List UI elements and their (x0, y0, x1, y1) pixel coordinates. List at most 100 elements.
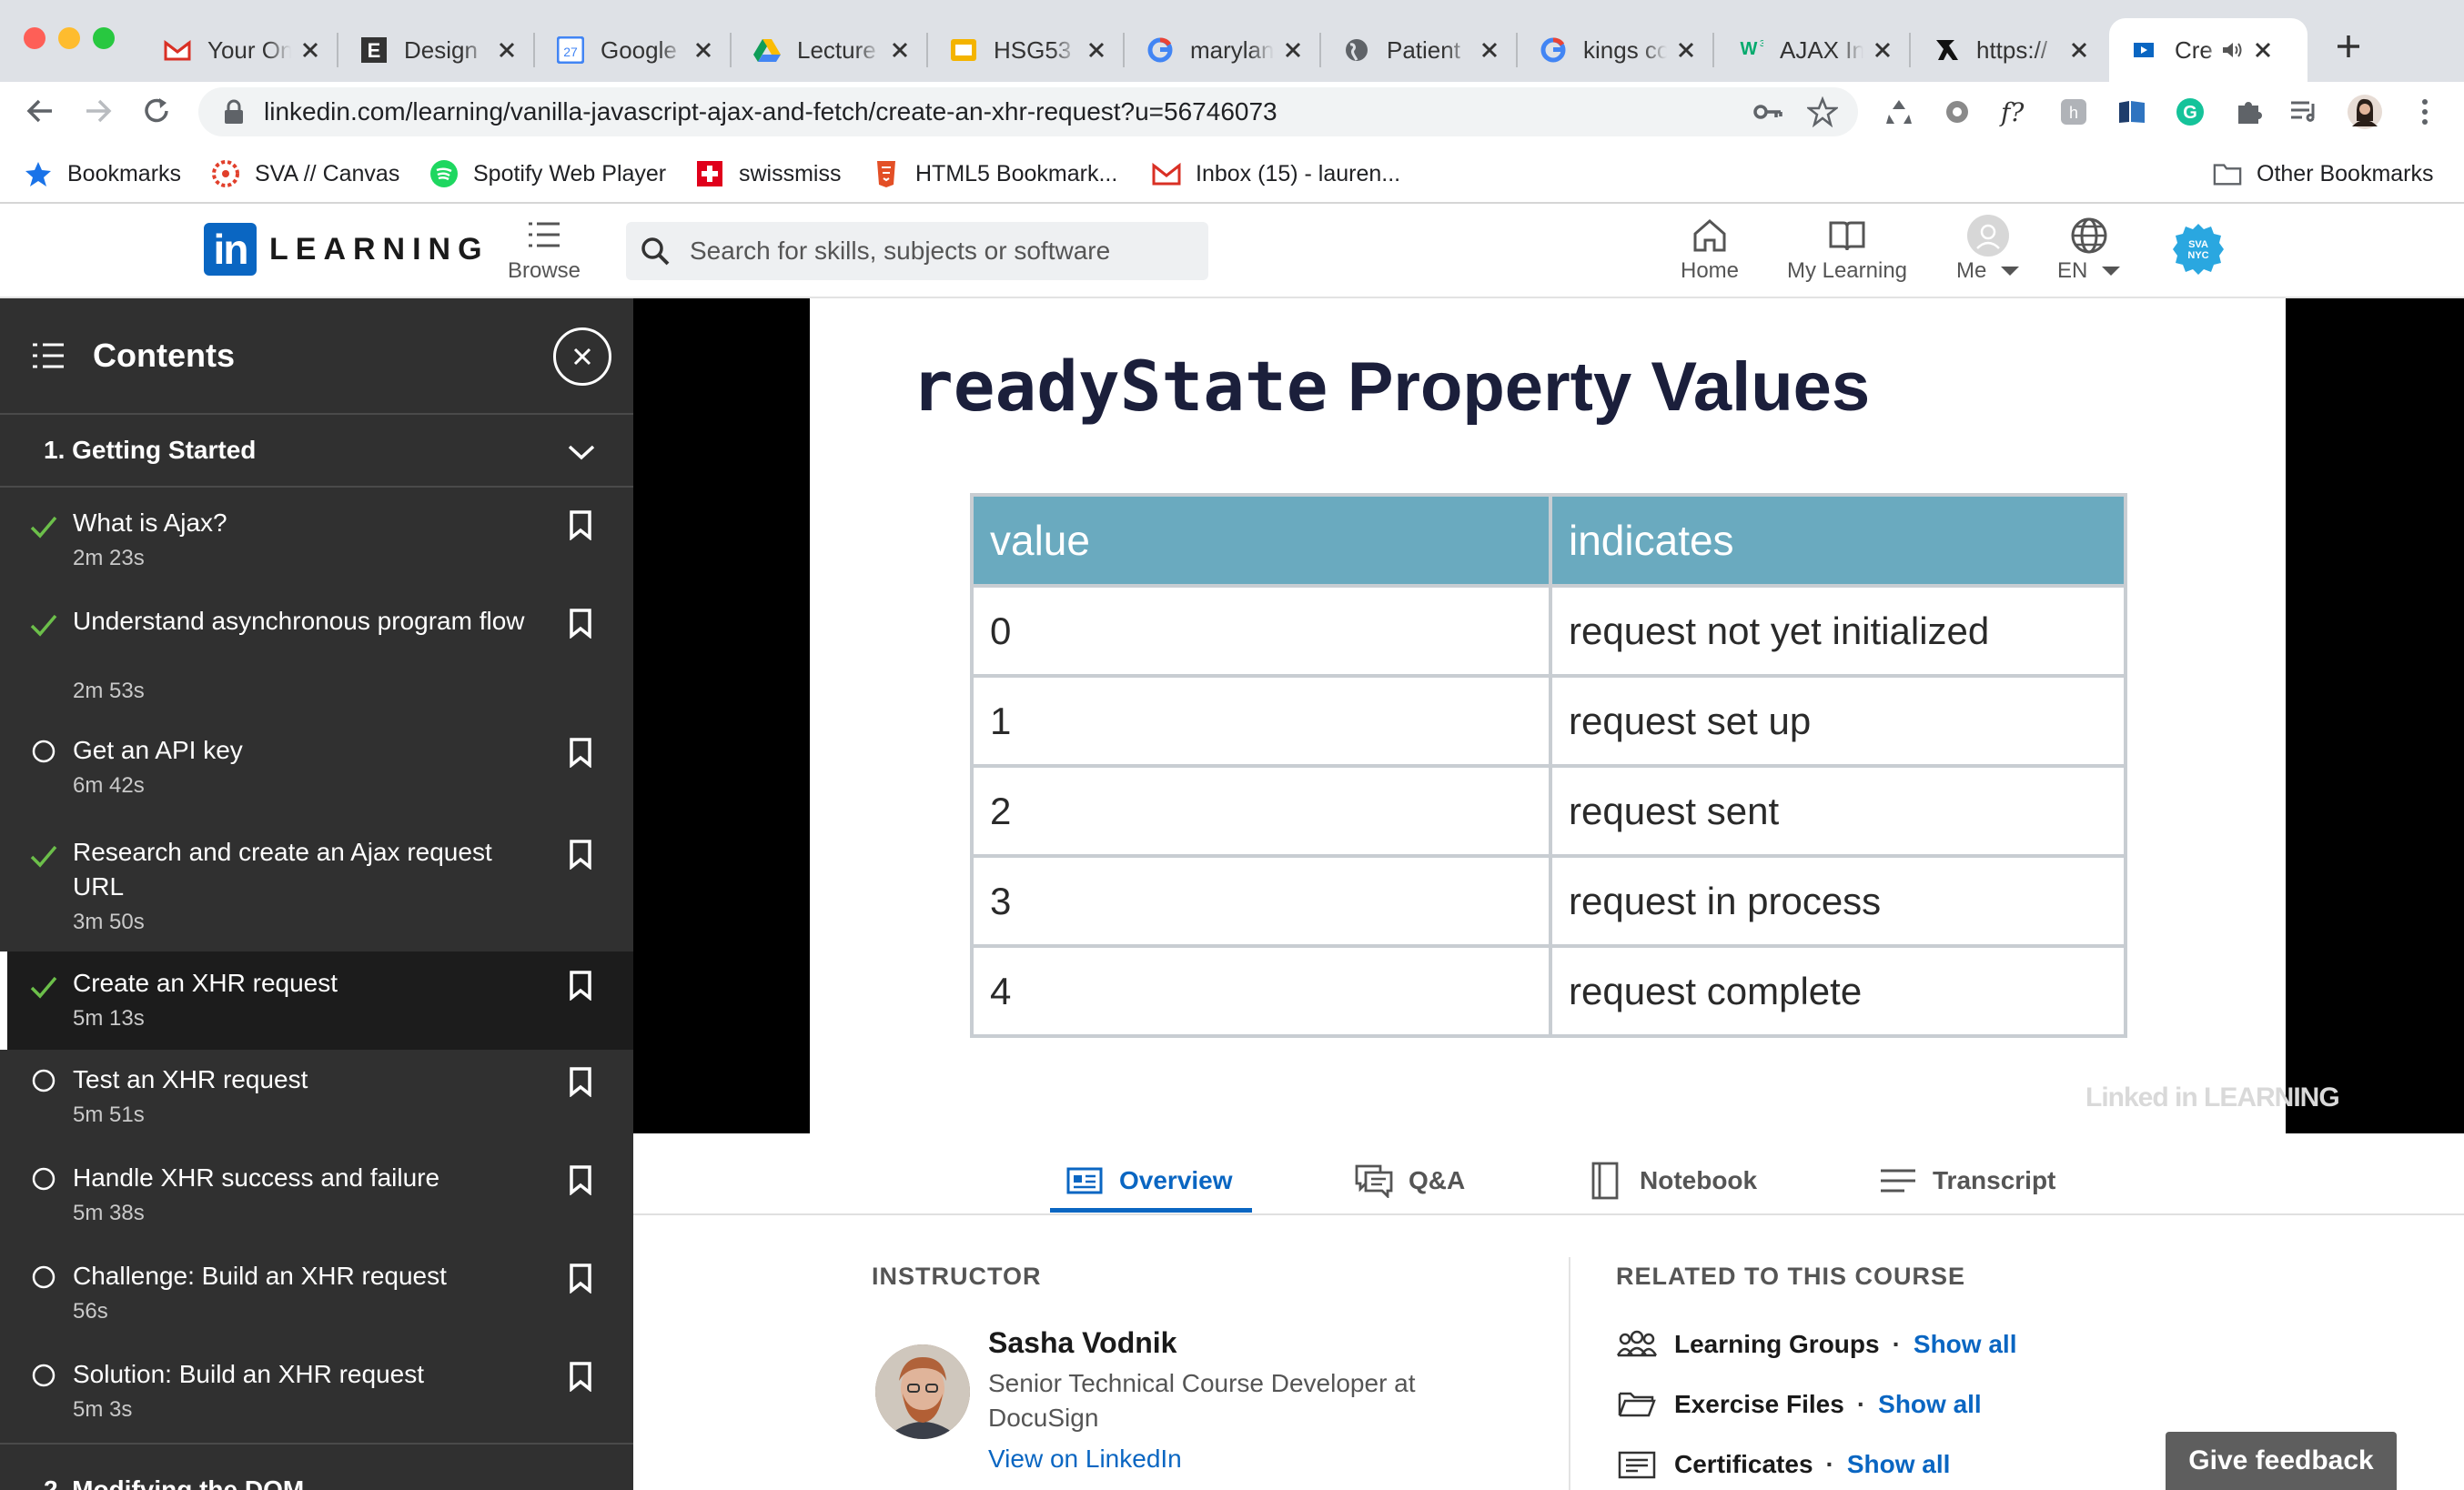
address-bar[interactable]: linkedin.com/learning/vanilla-javascript… (198, 87, 1858, 136)
calendar-icon: 27 (555, 35, 586, 65)
org-badge[interactable]: SVA NYC (2171, 222, 2226, 277)
tab-qa[interactable]: Q&A (1354, 1148, 1465, 1213)
extension-font-icon[interactable]: f? (1996, 93, 2035, 131)
bookmark-item[interactable]: Bookmarks (24, 151, 181, 196)
lesson-item[interactable]: Handle XHR success and failure 5m 38s (0, 1148, 633, 1246)
bookmark-icon[interactable] (568, 608, 593, 639)
close-icon[interactable] (495, 38, 519, 62)
back-button[interactable] (20, 91, 60, 131)
browser-tab-active[interactable]: Cre (2109, 18, 2307, 82)
bookmark-item[interactable]: Spotify Web Player (429, 151, 666, 196)
browser-tab[interactable]: 27 Google (535, 18, 732, 82)
related-item: Learning Groups · Show all (1616, 1324, 2016, 1364)
lesson-item-active[interactable]: Create an XHR request 5m 13s (0, 951, 633, 1050)
extension-gear-icon[interactable] (1938, 93, 1976, 131)
forward-button[interactable] (78, 91, 118, 131)
close-icon[interactable] (298, 38, 322, 62)
extension-flag-icon[interactable] (2113, 93, 2151, 131)
nav-language[interactable]: EN (2053, 213, 2126, 284)
show-all-link[interactable]: Show all (1878, 1390, 1982, 1419)
profile-avatar[interactable] (2346, 93, 2384, 131)
bookmark-icon[interactable] (568, 1361, 593, 1392)
browser-tab[interactable]: Lecture (732, 18, 928, 82)
reading-list-icon[interactable] (2286, 93, 2324, 131)
browser-menu-icon[interactable] (2406, 93, 2444, 131)
browser-tab[interactable]: W3 AJAX In (1714, 18, 1911, 82)
table-row: 2 request sent (970, 764, 2127, 858)
nav-home[interactable]: Home (1669, 213, 1751, 284)
give-feedback-button[interactable]: Give feedback (2166, 1432, 2397, 1490)
tab-overview[interactable]: Overview (1065, 1148, 1233, 1213)
extension-grammarly-icon[interactable]: G (2171, 93, 2209, 131)
bookmark-item[interactable]: HTML5 Bookmark... (872, 151, 1117, 196)
close-icon[interactable] (2067, 38, 2091, 62)
browse-button[interactable]: Browse (499, 216, 590, 284)
nav-my-learning[interactable]: My Learning (1776, 213, 1918, 284)
lesson-item[interactable]: Research and create an Ajax request URL … (0, 819, 633, 951)
instructor-name[interactable]: Sasha Vodnik (988, 1326, 1176, 1360)
bookmark-icon[interactable] (568, 1263, 593, 1294)
bookmark-icon[interactable] (568, 1164, 593, 1195)
extension-grey-icon[interactable]: h (2055, 93, 2093, 131)
bookmark-icon[interactable] (568, 1066, 593, 1097)
view-on-linkedin-link[interactable]: View on LinkedIn (988, 1445, 1182, 1474)
show-all-link[interactable]: Show all (1914, 1330, 2017, 1359)
browser-tab[interactable]: HSG53 (928, 18, 1125, 82)
window-minimize-button[interactable] (58, 27, 80, 49)
close-icon[interactable] (1478, 38, 1501, 62)
bookmark-item[interactable]: SVA // Canvas (211, 151, 399, 196)
bookmark-item[interactable]: Inbox (15) - lauren... (1152, 151, 1400, 196)
lesson-item[interactable]: Challenge: Build an XHR request 56s (0, 1246, 633, 1344)
extensions-puzzle-icon[interactable] (2229, 93, 2267, 131)
bookmark-icon[interactable] (568, 509, 593, 540)
window-maximize-button[interactable] (93, 27, 115, 49)
lesson-item[interactable]: Understand asynchronous program flow 2m … (0, 588, 633, 720)
bookmark-icon[interactable] (568, 839, 593, 870)
star-icon[interactable] (1807, 96, 1838, 127)
browser-tab[interactable]: kings co (1518, 18, 1714, 82)
separator-dot: · (1825, 1450, 1834, 1478)
section-header[interactable]: 1. Getting Started (0, 413, 633, 488)
tab-transcript[interactable]: Transcript (1878, 1148, 2055, 1213)
show-all-link[interactable]: Show all (1847, 1450, 1951, 1479)
nav-me[interactable]: Me (1947, 213, 2029, 284)
bookmark-icon[interactable] (568, 737, 593, 768)
search-input[interactable]: Search for skills, subjects or software (626, 222, 1208, 280)
instructor-avatar[interactable] (875, 1344, 970, 1439)
browser-tab[interactable]: E Design (338, 18, 535, 82)
close-icon[interactable] (1281, 38, 1305, 62)
linkedin-learning-logo[interactable]: in LEARNING (204, 223, 490, 276)
close-icon[interactable] (2251, 38, 2275, 62)
close-icon[interactable] (1871, 38, 1894, 62)
tab-notebook[interactable]: Notebook (1585, 1148, 1757, 1213)
table-row: 3 request in process (970, 854, 2127, 948)
window-close-button[interactable] (24, 27, 45, 49)
close-icon[interactable] (1674, 38, 1698, 62)
lesson-item[interactable]: Test an XHR request 5m 51s (0, 1050, 633, 1148)
browser-tab[interactable]: Your On (142, 18, 338, 82)
tab-title: kings co (1583, 35, 1667, 64)
reload-button[interactable] (136, 91, 177, 131)
close-icon[interactable] (692, 38, 715, 62)
browser-tab[interactable]: Patient (1321, 18, 1518, 82)
next-section-header[interactable]: 2. Modifying the DOM (0, 1443, 633, 1490)
bookmark-item[interactable]: swissmiss (695, 151, 842, 196)
browser-tab[interactable]: marylan (1125, 18, 1321, 82)
list-icon (33, 343, 64, 368)
lesson-item[interactable]: What is Ajax? 2m 23s (0, 489, 633, 588)
key-icon[interactable] (1752, 98, 1783, 126)
lesson-item[interactable]: Solution: Build an XHR request 5m 3s (0, 1344, 633, 1443)
svg-text:27: 27 (563, 45, 578, 59)
lesson-item[interactable]: Get an API key 6m 42s (0, 720, 633, 819)
close-icon[interactable] (1085, 38, 1108, 62)
extension-recycle-icon[interactable] (1880, 93, 1918, 131)
speaker-icon[interactable] (2220, 38, 2244, 62)
bookmark-label: Inbox (15) - lauren... (1196, 160, 1401, 186)
list-icon (529, 222, 560, 247)
other-bookmarks[interactable]: Other Bookmarks (2213, 151, 2434, 196)
close-icon[interactable] (888, 38, 912, 62)
browser-tab[interactable]: https:// (1911, 18, 2107, 82)
bookmark-icon[interactable] (568, 970, 593, 1001)
close-sidebar-button[interactable] (553, 327, 611, 386)
new-tab-button[interactable] (2329, 27, 2368, 65)
